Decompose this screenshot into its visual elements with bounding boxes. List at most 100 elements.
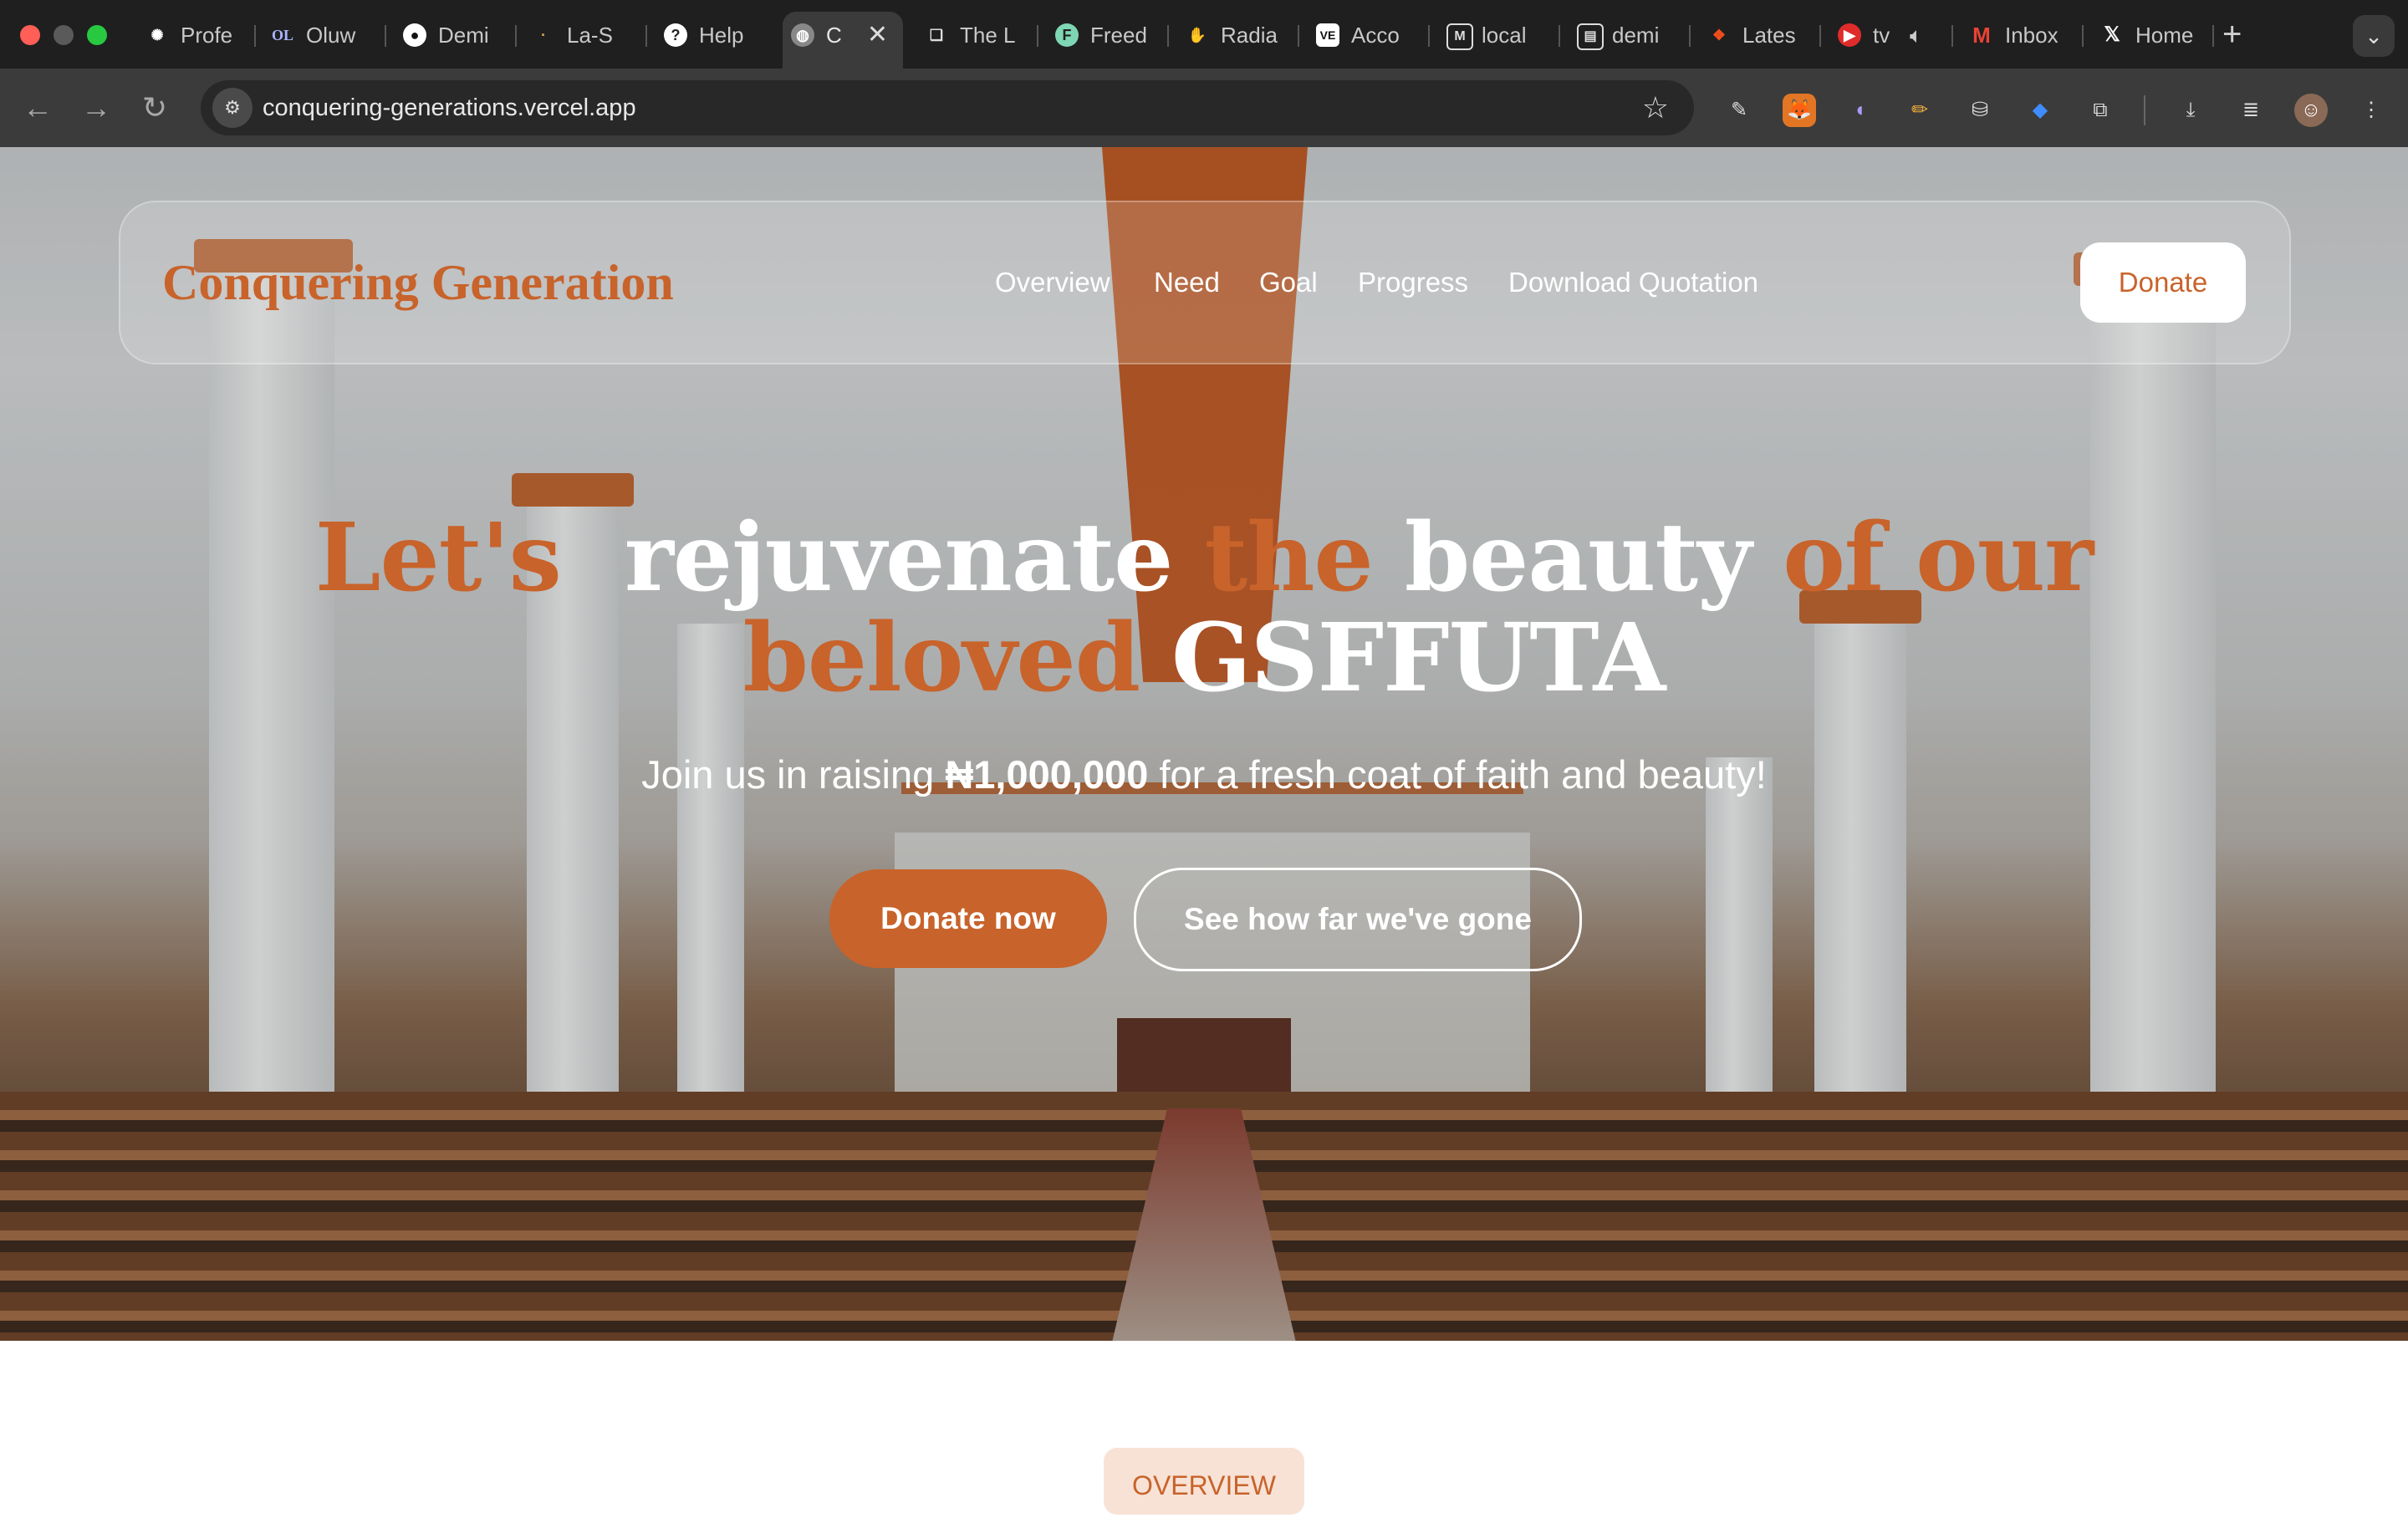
headline-line-2: beloved GSFFUTA [0, 609, 2408, 709]
browser-tab[interactable]: M local [1438, 12, 1550, 59]
database-extension-icon[interactable]: ⛁ [1963, 94, 1997, 127]
dot-icon: · [541, 27, 546, 43]
browser-tab[interactable]: 𝕏 Home [2092, 12, 2204, 59]
github-icon: ● [403, 23, 426, 47]
browser-tab-active[interactable]: ◍ C ✕ [783, 12, 903, 69]
eyedropper-extension-icon[interactable]: ✎ [1722, 94, 1756, 127]
reload-icon[interactable]: ↻ [134, 87, 176, 129]
site-navbar: Conquering Generation Overview Need Goal… [119, 201, 2291, 364]
tab-divider [1298, 25, 1299, 47]
radiant-icon: ✋ [1187, 27, 1207, 43]
donate-button[interactable]: Donate [2080, 242, 2246, 323]
hero-section: Conquering Generation Overview Need Goal… [0, 147, 2408, 1341]
browser-tab[interactable]: ❖ Lates [1699, 12, 1811, 59]
tab-divider [2082, 25, 2084, 47]
figma-icon: ❖ [1712, 27, 1727, 43]
localhost-icon: M [1446, 23, 1473, 50]
headline-word: of our [1783, 503, 2094, 613]
tab-divider [1951, 25, 1953, 47]
book-icon: ❏ [929, 27, 944, 43]
ghost-extension-icon[interactable]: ◖ [1843, 94, 1876, 127]
headline-line-1: Let's rejuvenate the beauty of our [0, 508, 2408, 609]
browser-tab[interactable]: M Inbox [1962, 12, 2074, 59]
globe-icon: ◍ [791, 23, 814, 47]
kebab-menu-icon[interactable]: ⋮ [2354, 94, 2388, 127]
openai-icon: ✺ [150, 27, 164, 43]
tab-divider [1819, 25, 1821, 47]
nav-link-overview[interactable]: Overview [995, 202, 1110, 363]
browser-tab[interactable]: VE Acco [1308, 12, 1420, 59]
tab-divider [645, 25, 647, 47]
site-info-icon[interactable]: ⚙ [212, 88, 253, 128]
pencil-extension-icon[interactable]: ✏ [1903, 94, 1936, 127]
diamond-extension-icon[interactable]: ◆ [2023, 94, 2057, 127]
browser-tab[interactable]: ▶ tv 🔈︎ [1829, 12, 1941, 59]
browser-tab[interactable]: F Freed [1047, 12, 1159, 59]
headline-word: the [1204, 503, 1373, 613]
browser-toolbar: ← → ↻ ⚙ conquering-generations.vercel.ap… [0, 69, 2408, 147]
tab-divider [1559, 25, 1560, 47]
url-text[interactable]: conquering-generations.vercel.app [263, 80, 636, 135]
nav-link-download-quotation[interactable]: Download Quotation [1508, 202, 1758, 363]
browser-tab[interactable]: ▤ demi [1569, 12, 1681, 59]
browser-tab[interactable]: OL Oluw [263, 12, 375, 59]
tab-divider [2212, 25, 2214, 47]
minimize-window-icon[interactable] [54, 25, 74, 45]
metamask-extension-icon[interactable]: 🦊 [1783, 94, 1816, 127]
tab-divider [385, 25, 386, 47]
browser-tab[interactable]: ? Help [656, 12, 768, 59]
media-control-icon[interactable]: ≣ [2234, 94, 2268, 127]
subheadline-suffix: for a fresh coat of faith and beauty! [1159, 752, 1767, 797]
tab-divider [254, 25, 256, 47]
close-tab-icon[interactable]: ✕ [867, 12, 888, 59]
account-icon: VE [1316, 23, 1339, 47]
donate-now-button[interactable]: Donate now [829, 869, 1107, 968]
fundraising-goal-amount: ₦1,000,000 [945, 752, 1149, 797]
tab-divider [1167, 25, 1169, 47]
headline-word: beauty [1404, 503, 1752, 613]
hero-headline: Let's rejuvenate the beauty of our belov… [0, 508, 2408, 709]
help-icon: ? [664, 23, 687, 47]
bookmark-star-icon[interactable]: ☆ [1642, 87, 1669, 129]
headline-word: Let's [314, 503, 562, 613]
headline-word: GSFFUTA [1171, 604, 1666, 713]
subheadline-prefix: Join us in raising [641, 752, 935, 797]
nav-link-need[interactable]: Need [1154, 202, 1220, 363]
browser-tab[interactable]: ✋ Radia [1177, 12, 1289, 59]
tab-divider [1037, 25, 1038, 47]
headline-word: rejuvenate [624, 503, 1174, 613]
close-window-icon[interactable] [20, 25, 40, 45]
browser-tab[interactable]: ● Demi [395, 12, 507, 59]
brand-logo[interactable]: Conquering Generation [162, 202, 674, 363]
toolbar-divider [2144, 95, 2145, 125]
browser-tab-strip: ✺ Profe OL Oluw ● Demi · La-S ? Help ◍ C… [0, 0, 2408, 69]
address-bar[interactable]: ⚙ conquering-generations.vercel.app ☆ [201, 80, 1694, 135]
gmail-icon: M [1972, 23, 1991, 48]
forward-icon[interactable]: → [75, 87, 117, 129]
back-icon[interactable]: ← [17, 87, 59, 129]
tab-divider [1689, 25, 1691, 47]
tab-divider [515, 25, 517, 47]
document-icon: ▤ [1577, 23, 1604, 50]
openlibrary-icon: OL [271, 27, 293, 43]
see-progress-button[interactable]: See how far we've gone [1134, 868, 1582, 971]
browser-tab[interactable]: ✺ Profe [137, 12, 246, 59]
headline-word: beloved [742, 604, 1140, 713]
avatar[interactable]: ☺ [2294, 94, 2328, 127]
youtube-icon: ▶ [1838, 23, 1861, 47]
download-icon[interactable]: ⤓ [2174, 94, 2207, 127]
tab-search-button[interactable]: ⌄ [2353, 15, 2395, 57]
maximize-window-icon[interactable] [87, 25, 107, 45]
x-icon: 𝕏 [2104, 23, 2120, 46]
nav-link-goal[interactable]: Goal [1259, 202, 1318, 363]
new-tab-button[interactable]: + [2222, 13, 2242, 55]
freedium-icon: F [1055, 23, 1079, 47]
browser-tab[interactable]: · La-S [523, 12, 635, 59]
tab-divider [1428, 25, 1430, 47]
nav-link-progress[interactable]: Progress [1358, 202, 1468, 363]
hero-subheadline: Join us in raising ₦1,000,000 for a fres… [0, 746, 2408, 804]
puzzle-extensions-icon[interactable]: ⧉ [2084, 94, 2117, 127]
browser-tab[interactable]: ❏ The L [916, 12, 1028, 59]
speaker-icon[interactable]: 🔈︎ [1910, 12, 1923, 59]
section-label-overview: OVERVIEW [1104, 1448, 1304, 1515]
